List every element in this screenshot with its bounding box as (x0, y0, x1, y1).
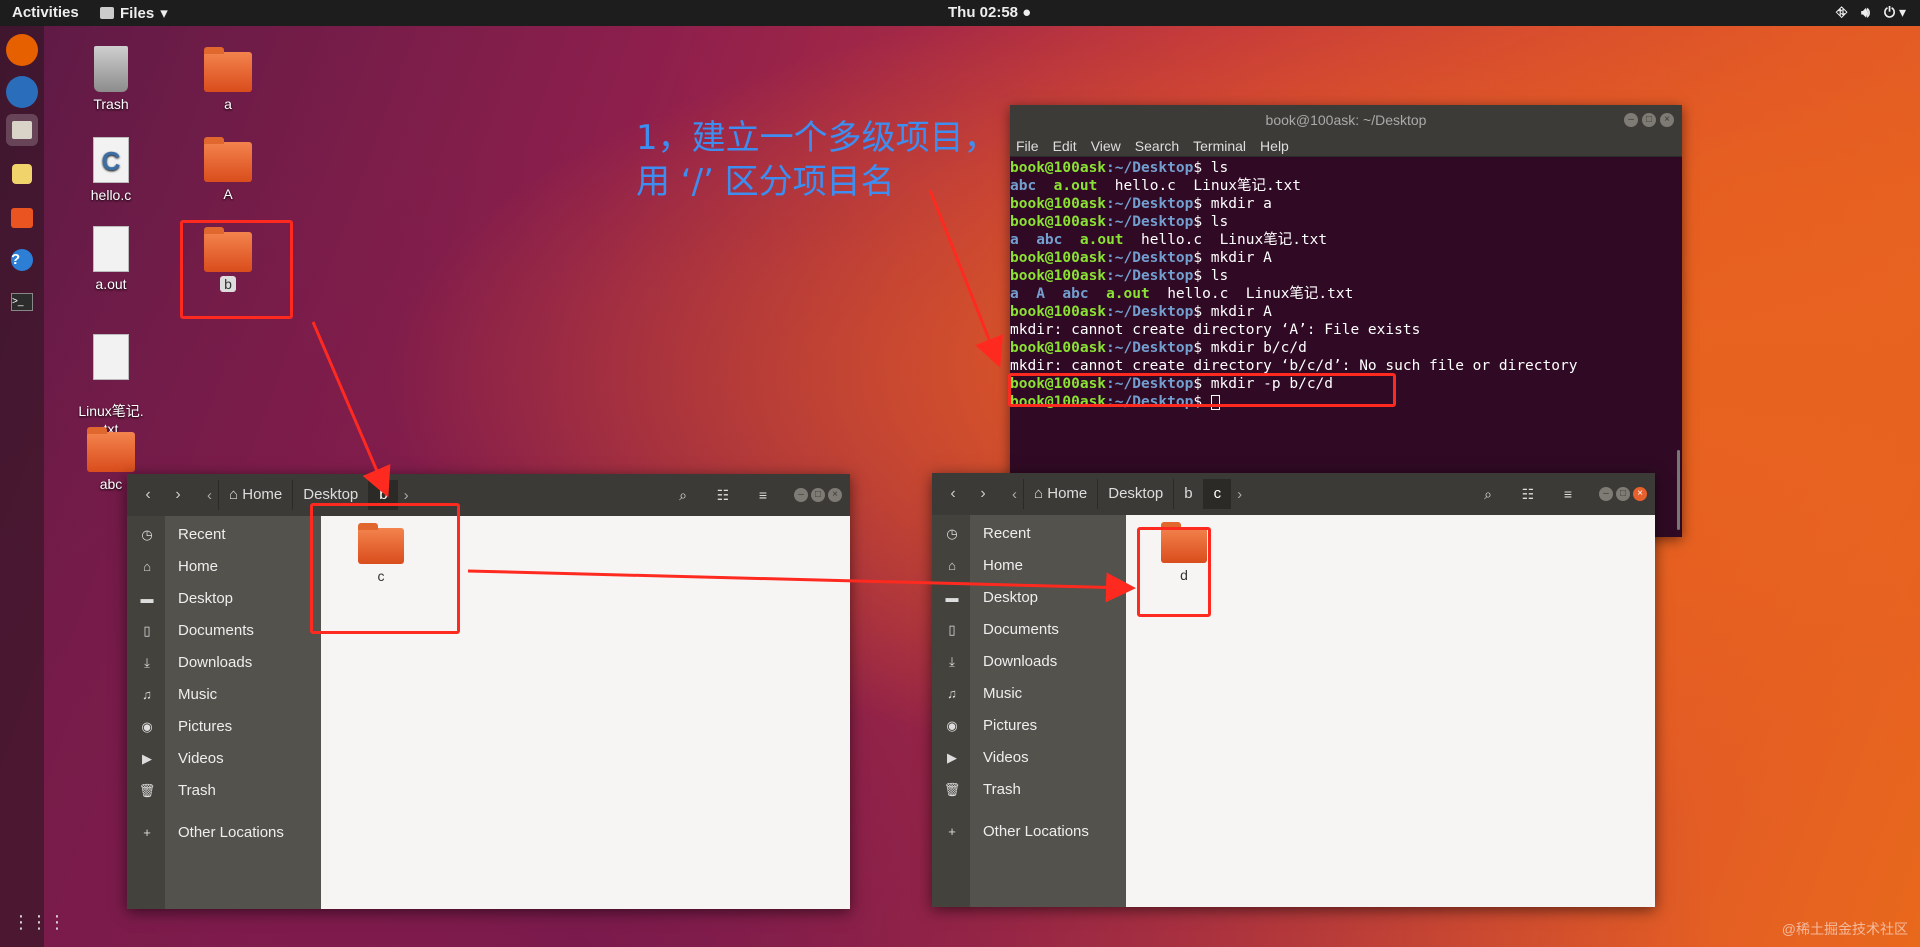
arrow-b-to-window (311, 321, 391, 498)
arrow-c-to-d (467, 569, 1136, 603)
annotation-arrows (311, 189, 1136, 603)
arrow-to-terminal (928, 189, 1004, 368)
watermark: @稀土掘金技术社区 (1781, 921, 1908, 937)
